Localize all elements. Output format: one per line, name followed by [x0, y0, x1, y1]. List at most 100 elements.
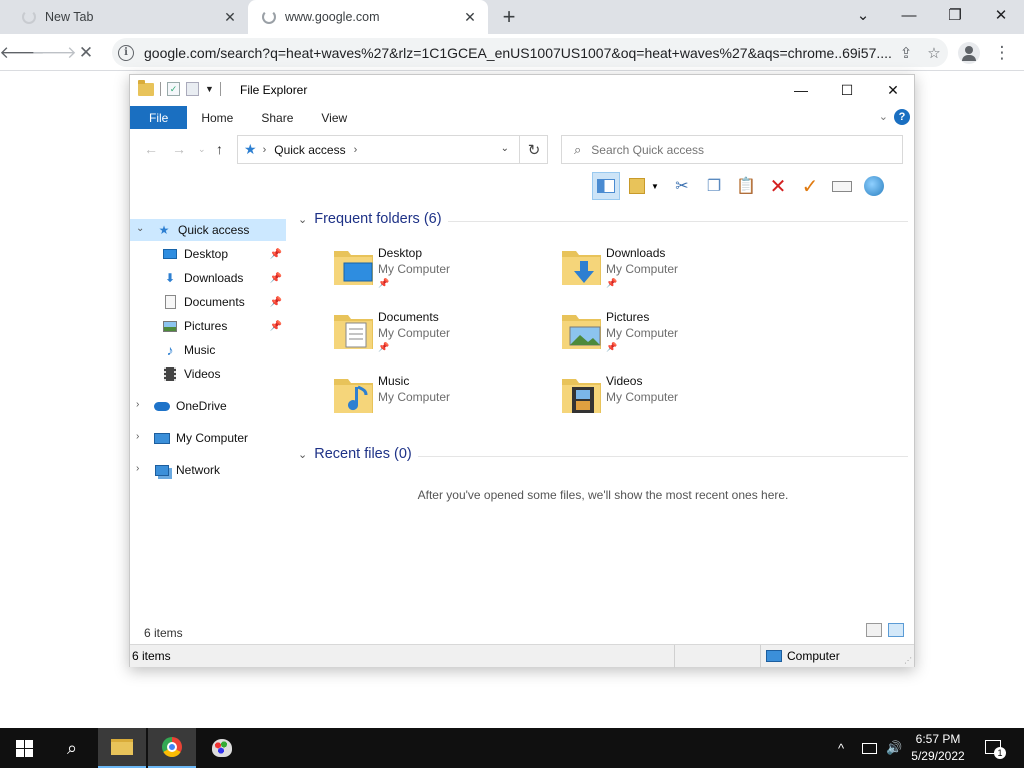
sidebar-item-my-computer[interactable]: › My Computer [130, 427, 286, 449]
folder-tile-music[interactable]: Music My Computer [332, 373, 532, 429]
paint-palette-icon [212, 739, 232, 757]
folder-tile-desktop[interactable]: Desktop My Computer 📌 [332, 245, 532, 301]
explorer-minimize-button[interactable]: — [778, 75, 824, 105]
taskbar-chrome[interactable] [148, 728, 196, 768]
sidebar-item-videos[interactable]: Videos [162, 363, 286, 385]
preview-pane-button[interactable] [592, 172, 620, 200]
scissors-icon: ✂ [675, 178, 689, 195]
chevron-right-icon[interactable]: › [136, 463, 139, 474]
clock[interactable]: 6:57 PM 5/29/2022 [906, 731, 970, 765]
tab-google[interactable]: www.google.com ✕ [248, 0, 488, 34]
show-hidden-icons[interactable]: ^ [838, 728, 844, 768]
sidebar-item-onedrive[interactable]: › OneDrive [130, 395, 286, 417]
sidebar-item-music[interactable]: ♪ Music [162, 339, 286, 361]
sidebar-item-documents[interactable]: Documents 📌 [162, 291, 286, 313]
address-bar[interactable]: i google.com/search?q=heat+waves%27&rlz=… [112, 38, 948, 67]
tab-home[interactable]: Home [187, 106, 247, 129]
view-menu-button[interactable]: ▼ [624, 172, 664, 200]
large-icons-view-icon[interactable] [888, 623, 904, 637]
tab-search-icon[interactable]: ⌄ [840, 0, 886, 30]
folder-tile-videos[interactable]: Videos My Computer [560, 373, 760, 429]
chevron-down-icon[interactable]: ⌄ [298, 448, 307, 461]
action-center-button[interactable]: 1 [982, 736, 1006, 759]
chevron-right-icon[interactable]: › [136, 431, 139, 442]
taskbar-paint[interactable] [198, 728, 246, 768]
folder-tile-documents[interactable]: Documents My Computer 📌 [332, 309, 532, 365]
explorer-close-button[interactable]: ✕ [870, 75, 916, 105]
desktop-folder-icon [334, 251, 373, 285]
start-button[interactable] [0, 728, 48, 768]
forward-button[interactable]: 🡒 [31, 39, 77, 67]
folder-tile-pictures[interactable]: Pictures My Computer 📌 [560, 309, 760, 365]
chevron-down-icon[interactable]: ⌄ [136, 223, 144, 234]
share-icon[interactable]: ⇪ [892, 39, 920, 67]
up-icon[interactable]: ↑ [216, 141, 223, 157]
customize-toolbar-icon[interactable]: ▼ [205, 84, 214, 94]
folder-location: My Computer [606, 326, 679, 340]
copy-icon: ❐ [706, 178, 722, 195]
volume-tray-icon[interactable]: 🔊 [886, 728, 902, 768]
minimize-button[interactable]: — [886, 0, 932, 30]
profile-avatar[interactable] [958, 42, 980, 64]
sidebar-item-quick-access[interactable]: ⌄ ★ Quick access [130, 219, 286, 241]
search-button[interactable]: ⌕ [48, 728, 96, 768]
search-input[interactable] [591, 142, 902, 157]
recent-files-empty-message: After you've opened some files, we'll sh… [417, 488, 789, 502]
refresh-button[interactable]: ↻ [519, 135, 548, 164]
expand-ribbon-icon[interactable]: ⌄ [879, 110, 888, 123]
help-icon[interactable]: ? [894, 109, 910, 125]
tab-view[interactable]: View [307, 106, 361, 129]
address-location[interactable]: Quick access [274, 143, 345, 157]
copy-button[interactable]: ❐ [700, 172, 728, 200]
chevron-right-icon[interactable]: › [354, 144, 358, 156]
close-tab-icon[interactable]: ✕ [460, 7, 480, 27]
properties-icon[interactable]: ✓ [167, 82, 180, 96]
search-box[interactable]: ⌕ [561, 135, 903, 164]
documents-folder-icon [334, 315, 373, 349]
sidebar-item-desktop[interactable]: Desktop 📌 [162, 243, 286, 265]
new-tab-button[interactable]: + [497, 4, 521, 29]
clipboard-icon: 📋 [736, 178, 756, 195]
site-info-icon[interactable]: i [118, 44, 134, 61]
person-icon [965, 46, 973, 54]
restore-button[interactable]: ❐ [932, 0, 978, 30]
address-box[interactable]: ★ › Quick access › ⌄ [237, 135, 548, 164]
chevron-right-icon[interactable]: › [136, 399, 139, 410]
chevron-down-icon[interactable]: ⌄ [501, 143, 509, 154]
bookmark-star-icon[interactable]: ☆ [920, 39, 948, 67]
sidebar-item-network[interactable]: › Network [130, 459, 286, 481]
close-tab-icon[interactable]: ✕ [220, 7, 240, 27]
sidebar-item-pictures[interactable]: Pictures 📌 [162, 315, 286, 337]
explorer-maximize-button[interactable]: ☐ [824, 75, 870, 105]
tab-share[interactable]: Share [247, 106, 307, 129]
kebab-menu-icon[interactable]: ⋮ [988, 39, 1016, 67]
chevron-right-icon[interactable]: › [263, 144, 267, 156]
taskbar-file-explorer[interactable] [98, 728, 146, 768]
network-button[interactable] [860, 172, 888, 200]
tab-file[interactable]: File [130, 106, 188, 129]
sidebar-item-downloads[interactable]: ⬇ Downloads 📌 [162, 267, 286, 289]
new-folder-icon[interactable] [186, 82, 199, 96]
stop-loading-button[interactable]: ✕ [72, 39, 100, 67]
recent-files-header[interactable]: ⌄ Recent files (0) [298, 446, 412, 462]
group-title: Frequent folders (6) [314, 211, 442, 227]
apply-button[interactable]: ✓ [796, 172, 824, 200]
rename-button[interactable] [828, 172, 856, 200]
back-icon[interactable]: ← [144, 141, 158, 157]
recent-locations-icon[interactable]: ⌄ [198, 144, 206, 155]
resize-grip-icon[interactable]: ⋰ [904, 656, 912, 665]
frequent-folders-header[interactable]: ⌄ Frequent folders (6) [298, 211, 442, 227]
cut-button[interactable]: ✂ [668, 172, 696, 200]
details-view-icon[interactable] [866, 623, 882, 637]
network-tray-icon[interactable] [862, 728, 877, 768]
document-icon [162, 294, 178, 310]
checkmark-icon: ✓ [801, 175, 819, 198]
paste-button[interactable]: 📋 [732, 172, 760, 200]
forward-icon[interactable]: → [172, 141, 186, 157]
folder-tile-downloads[interactable]: Downloads My Computer 📌 [560, 245, 760, 301]
close-window-button[interactable]: ✕ [978, 0, 1024, 30]
tab-new-tab[interactable]: New Tab ✕ [8, 0, 248, 34]
desktop-icon [162, 246, 178, 262]
chevron-down-icon[interactable]: ⌄ [298, 213, 307, 226]
delete-button[interactable]: ✕ [764, 172, 792, 200]
